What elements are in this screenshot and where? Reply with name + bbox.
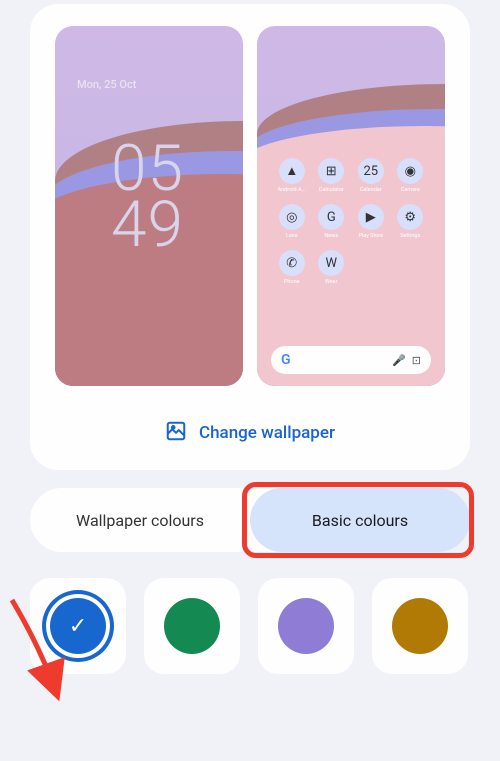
colour-swatch[interactable] xyxy=(258,578,354,674)
app-icon: ⚙ Settings xyxy=(394,204,428,239)
app-circle: W xyxy=(318,250,344,276)
app-icon: ▲ Android A... xyxy=(275,158,309,193)
colour-swatch[interactable]: ✓ xyxy=(30,578,126,674)
google-g-icon: G xyxy=(281,352,291,368)
app-circle: ▶ xyxy=(358,204,384,230)
app-icon: ◉ Camera xyxy=(394,158,428,193)
homescreen-preview[interactable]: ▲ Android A... ⊞ Calculator 25 Calendar ◉ Camer… xyxy=(257,26,445,386)
app-icon: ◎ Lens xyxy=(275,204,309,239)
app-label: Phone xyxy=(284,279,300,285)
colour-swatch-row: ✓ xyxy=(30,578,470,674)
wallpaper-preview-card: Mon, 25 Oct 05 49 ▲ Android A... ⊞ Calculat… xyxy=(30,4,470,470)
app-grid: ▲ Android A... ⊞ Calculator 25 Calendar ◉ Camer… xyxy=(275,158,427,285)
lens-icon: ⊡ xyxy=(412,354,421,367)
app-label: Calendar xyxy=(360,187,382,193)
app-circle: ⊞ xyxy=(318,158,344,184)
colour-swatch[interactable] xyxy=(372,578,468,674)
app-circle: 25 xyxy=(358,158,384,184)
app-icon xyxy=(354,250,388,285)
app-label: Play Store xyxy=(358,233,383,239)
app-label: Camera xyxy=(401,187,420,193)
app-icon: ⊞ Calculator xyxy=(315,158,349,193)
app-icon: ▶ Play Store xyxy=(354,204,388,239)
preview-row: Mon, 25 Oct 05 49 ▲ Android A... ⊞ Calculat… xyxy=(50,26,450,386)
app-icon: G News xyxy=(315,204,349,239)
lock-time: 05 49 xyxy=(111,141,184,254)
tab-wallpaper-colours[interactable]: Wallpaper colours xyxy=(30,488,250,552)
change-wallpaper-button[interactable]: Change wallpaper xyxy=(50,420,450,446)
wallpaper-icon xyxy=(165,420,187,446)
app-label: Settings xyxy=(400,233,420,239)
app-label: Lens xyxy=(286,233,298,239)
app-icon: W Wear xyxy=(315,250,349,285)
check-icon: ✓ xyxy=(69,614,87,639)
app-circle: ⚙ xyxy=(397,204,423,230)
colour-tabs: Wallpaper colours Basic colours xyxy=(30,488,470,552)
mic-icon: 🎤 xyxy=(392,354,406,367)
app-label: News xyxy=(324,233,338,239)
lockscreen-preview[interactable]: Mon, 25 Oct 05 49 xyxy=(55,26,243,386)
search-bar[interactable]: G 🎤 ⊡ xyxy=(271,346,431,374)
app-label: Wear xyxy=(325,279,338,285)
lock-date: Mon, 25 Oct xyxy=(77,78,136,91)
app-circle: G xyxy=(318,204,344,230)
app-icon: 25 Calendar xyxy=(354,158,388,193)
app-circle: ✆ xyxy=(279,250,305,276)
app-circle: ▲ xyxy=(279,158,305,184)
app-icon xyxy=(394,250,428,285)
app-circle: ◉ xyxy=(397,158,423,184)
app-circle: ◎ xyxy=(279,204,305,230)
tab-basic-colours[interactable]: Basic colours xyxy=(250,488,470,552)
change-wallpaper-label: Change wallpaper xyxy=(199,423,335,443)
app-label: Calculator xyxy=(319,187,344,193)
app-icon: ✆ Phone xyxy=(275,250,309,285)
colour-swatch[interactable] xyxy=(144,578,240,674)
app-label: Android A... xyxy=(278,187,306,193)
